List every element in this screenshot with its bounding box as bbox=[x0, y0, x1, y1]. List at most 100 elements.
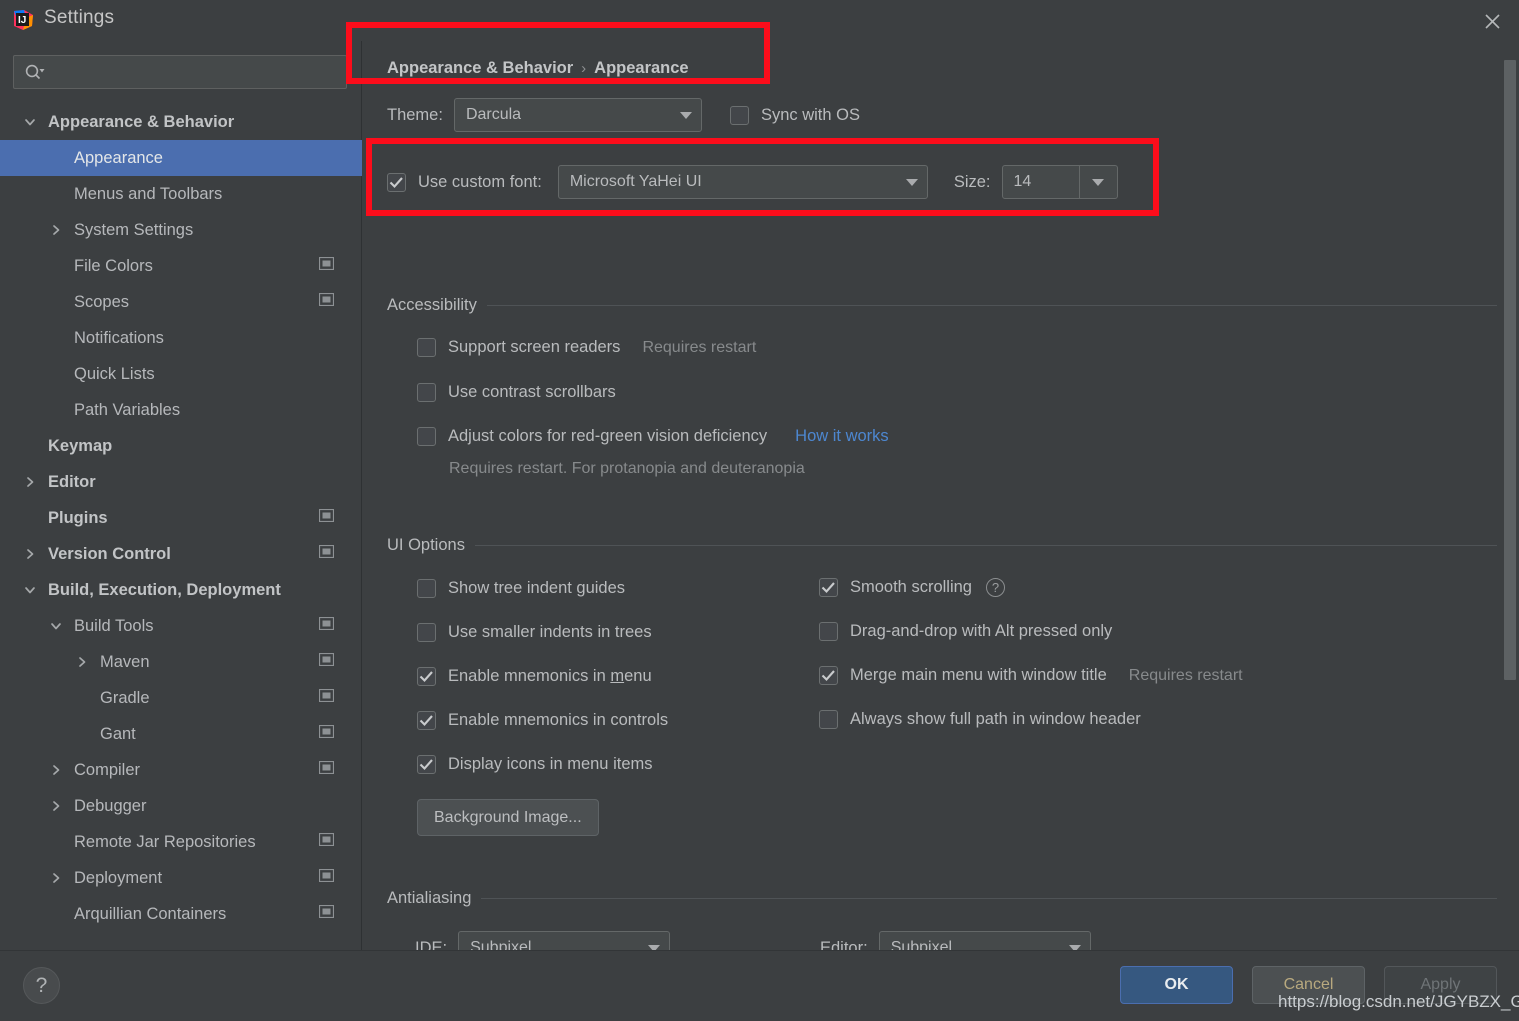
adjust-colors-red-green-label[interactable]: Adjust colors for red-green vision defic… bbox=[448, 427, 767, 446]
sidebar-item-build-tools[interactable]: Build Tools bbox=[0, 608, 362, 644]
sidebar-item-deployment[interactable]: Deployment bbox=[0, 860, 362, 896]
chevron-right-icon[interactable] bbox=[21, 545, 39, 563]
theme-combobox[interactable]: Darcula bbox=[453, 98, 702, 132]
sidebar-item-menus-and-toolbars[interactable]: Menus and Toolbars bbox=[0, 176, 362, 212]
sidebar-item-label: Appearance & Behavior bbox=[48, 112, 235, 131]
sync-with-os-label[interactable]: Sync with OS bbox=[761, 106, 860, 125]
chevron-down-icon[interactable] bbox=[1078, 166, 1117, 198]
ui-options-section-header: UI Options bbox=[387, 536, 1497, 555]
sidebar-item-scopes[interactable]: Scopes bbox=[0, 284, 362, 320]
drag-and-drop-with-alt-pressed-only-label[interactable]: Drag-and-drop with Alt pressed only bbox=[850, 622, 1112, 641]
chevron-down-icon[interactable] bbox=[47, 617, 65, 635]
support-screen-readers-label[interactable]: Support screen readers bbox=[448, 338, 620, 357]
settings-tree: Appearance & Behavior Appearance Menus and… bbox=[0, 104, 362, 950]
editor-antialiasing-combobox[interactable]: Subpixel bbox=[878, 931, 1091, 950]
sidebar-item-remote-jar-repositories[interactable]: Remote Jar Repositories bbox=[0, 824, 362, 860]
use-smaller-indents-in-trees-checkbox[interactable] bbox=[417, 623, 436, 642]
module-scope-icon bbox=[318, 904, 335, 923]
close-icon[interactable] bbox=[1477, 6, 1507, 36]
chevron-right-icon[interactable] bbox=[47, 221, 65, 239]
sidebar-item-file-colors[interactable]: File Colors bbox=[0, 248, 362, 284]
ok-button[interactable]: OK bbox=[1120, 966, 1233, 1004]
custom-font-combobox[interactable]: Microsoft YaHei UI bbox=[557, 165, 928, 199]
how-it-works-link[interactable]: How it works bbox=[795, 427, 889, 446]
show-tree-indent-guides-checkbox[interactable] bbox=[417, 579, 436, 598]
screen-readers-hint: Requires restart bbox=[642, 338, 757, 356]
sidebar-item-maven[interactable]: Maven bbox=[0, 644, 362, 680]
font-size-spinner[interactable]: 14 bbox=[1001, 165, 1118, 199]
help-icon[interactable]: ? bbox=[985, 578, 1005, 597]
sidebar-item-gant[interactable]: Gant bbox=[0, 716, 362, 752]
use-contrast-scrollbars-label[interactable]: Use contrast scrollbars bbox=[448, 383, 616, 402]
use-contrast-scrollbars-checkbox[interactable] bbox=[417, 383, 436, 402]
always-show-full-path-in-window-header-label[interactable]: Always show full path in window header bbox=[850, 710, 1141, 729]
sidebar-item-debugger[interactable]: Debugger bbox=[0, 788, 362, 824]
ide-antialiasing-combobox[interactable]: Subpixel bbox=[458, 931, 671, 950]
enable-mnemonics-in-controls-checkbox[interactable] bbox=[417, 711, 436, 730]
chevron-right-icon[interactable] bbox=[73, 653, 91, 671]
support-screen-readers-checkbox[interactable] bbox=[417, 338, 436, 357]
enable-mnemonics-in-menu-label[interactable]: Enable mnemonics in menu bbox=[448, 667, 652, 686]
sidebar-item-compiler[interactable]: Compiler bbox=[0, 752, 362, 788]
sync-with-os-checkbox[interactable] bbox=[729, 105, 749, 125]
sidebar-item-editor[interactable]: Editor bbox=[0, 464, 362, 500]
breadcrumb-current: Appearance bbox=[594, 59, 689, 77]
sidebar-item-path-variables[interactable]: Path Variables bbox=[0, 392, 362, 428]
chevron-down-icon bbox=[1060, 932, 1090, 950]
sidebar-item-notifications[interactable]: Notifications bbox=[0, 320, 362, 356]
sidebar-item-arquillian-containers[interactable]: Arquillian Containers bbox=[0, 896, 362, 932]
svg-text:IJ: IJ bbox=[18, 15, 26, 26]
adjust-colors-red-green-checkbox[interactable] bbox=[417, 427, 436, 446]
sidebar-item-quick-lists[interactable]: Quick Lists bbox=[0, 356, 362, 392]
smooth-scrolling-label[interactable]: Smooth scrolling bbox=[850, 578, 972, 597]
sidebar-item-plugins[interactable]: Plugins bbox=[0, 500, 362, 536]
show-tree-indent-guides-label[interactable]: Show tree indent guides bbox=[448, 579, 625, 598]
red-green-note-row: Requires restart. For protanopia and deu… bbox=[449, 460, 805, 478]
chevron-right-icon[interactable] bbox=[47, 797, 65, 815]
sidebar-item-keymap[interactable]: Keymap bbox=[0, 428, 362, 464]
background-image-button[interactable]: Background Image... bbox=[417, 799, 599, 836]
theme-value: Darcula bbox=[465, 106, 522, 123]
use-custom-font-label[interactable]: Use custom font: bbox=[418, 173, 542, 192]
custom-font-value: Microsoft YaHei UI bbox=[569, 173, 702, 190]
merge-main-menu-with-window-title-label[interactable]: Merge main menu with window title bbox=[850, 666, 1107, 685]
use-smaller-indents-in-trees-label[interactable]: Use smaller indents in trees bbox=[448, 623, 652, 642]
search-input[interactable] bbox=[13, 55, 347, 89]
chevron-down-icon[interactable] bbox=[21, 113, 39, 131]
use-smaller-indents-in-trees-row: Use smaller indents in trees bbox=[417, 623, 652, 642]
enable-mnemonics-in-menu-checkbox[interactable] bbox=[417, 667, 436, 686]
content-scrollbar-thumb[interactable] bbox=[1504, 60, 1516, 680]
search-box[interactable] bbox=[13, 55, 347, 89]
display-icons-in-menu-items-checkbox[interactable] bbox=[417, 755, 436, 774]
smooth-scrolling-checkbox[interactable] bbox=[819, 578, 838, 597]
sidebar-item-system-settings[interactable]: System Settings bbox=[0, 212, 362, 248]
chevron-right-icon[interactable] bbox=[47, 869, 65, 887]
sidebar-item-version-control[interactable]: Version Control bbox=[0, 536, 362, 572]
sidebar-item-appearance-behavior[interactable]: Appearance & Behavior bbox=[0, 104, 362, 140]
drag-and-drop-with-alt-pressed-only-checkbox[interactable] bbox=[819, 622, 838, 641]
enable-mnemonics-in-controls-label[interactable]: Enable mnemonics in controls bbox=[448, 711, 668, 730]
chevron-right-icon[interactable] bbox=[47, 761, 65, 779]
sidebar-scrollbar-track[interactable] bbox=[345, 41, 703, 950]
sidebar-item-build-execution-deployment[interactable]: Build, Execution, Deployment bbox=[0, 572, 362, 608]
sidebar-item-label: Editor bbox=[48, 472, 96, 491]
section-divider bbox=[474, 545, 1497, 546]
chevron-right-icon[interactable] bbox=[21, 473, 39, 491]
chevron-down-icon[interactable] bbox=[21, 581, 39, 599]
breadcrumb-root[interactable]: Appearance & Behavior bbox=[387, 59, 573, 78]
sidebar-item-gradle[interactable]: Gradle bbox=[0, 680, 362, 716]
merge-main-menu-with-window-title-checkbox[interactable] bbox=[819, 666, 838, 685]
help-button[interactable]: ? bbox=[23, 967, 60, 1004]
use-custom-font-checkbox[interactable] bbox=[387, 172, 406, 192]
sidebar-item-label: Build, Execution, Deployment bbox=[48, 580, 281, 599]
always-show-full-path-in-window-header-checkbox[interactable] bbox=[819, 710, 838, 729]
sidebar-item-label: Compiler bbox=[74, 760, 141, 779]
display-icons-in-menu-items-label[interactable]: Display icons in menu items bbox=[448, 755, 653, 774]
sidebar-item-appearance[interactable]: Appearance bbox=[0, 140, 362, 176]
chevron-down-icon bbox=[897, 166, 927, 198]
